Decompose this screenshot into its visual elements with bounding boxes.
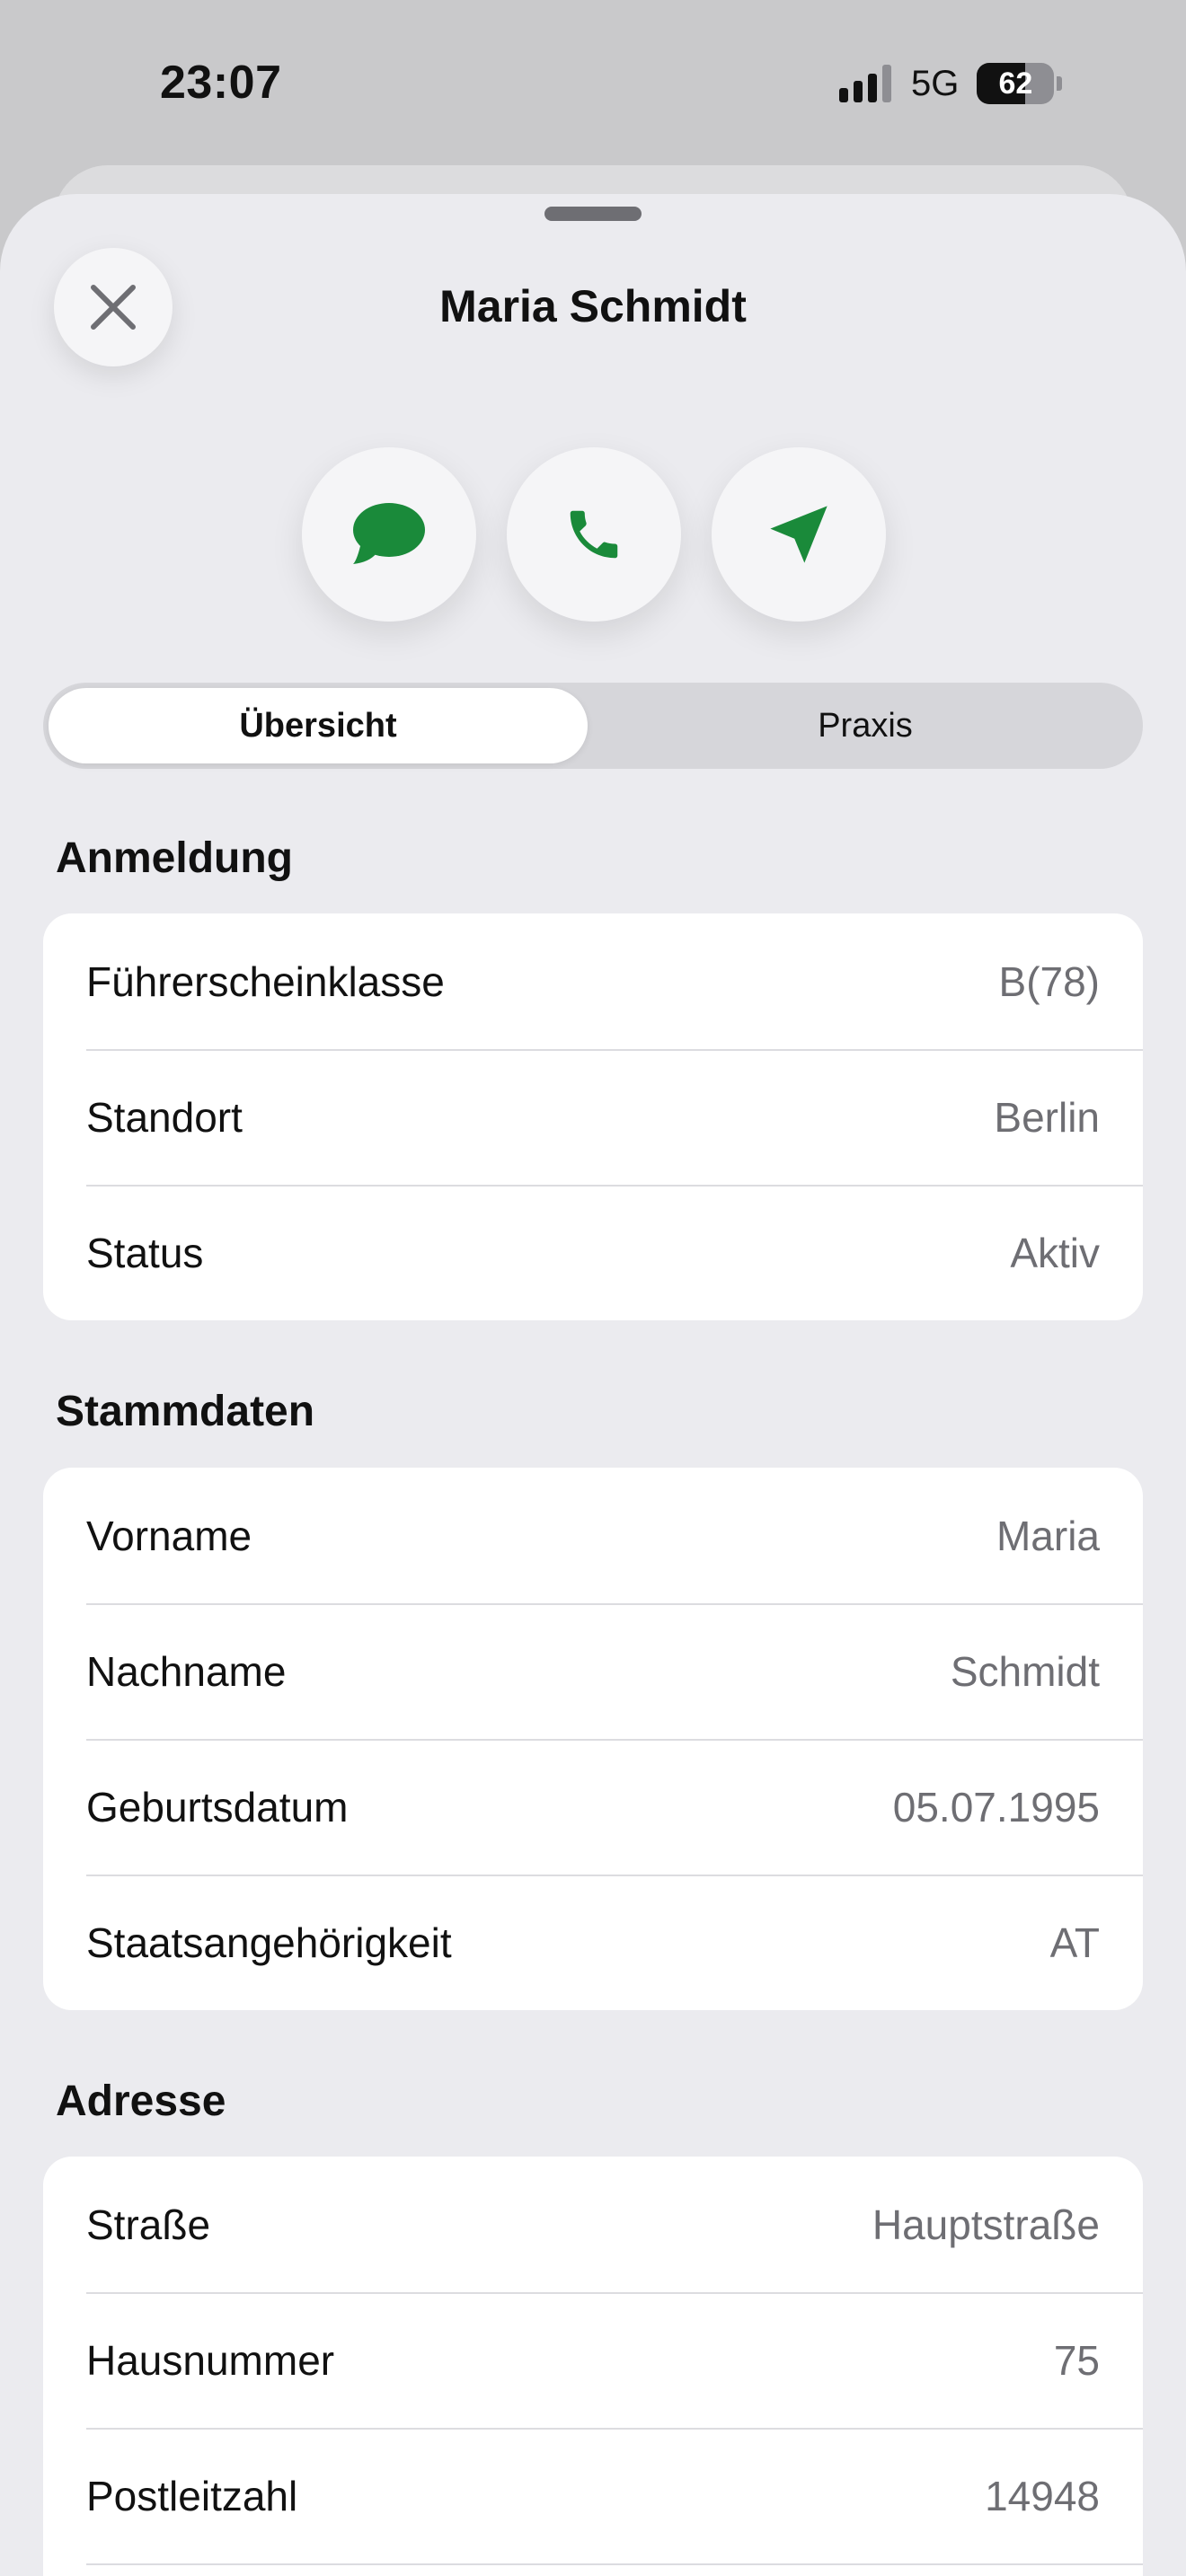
list-item: Vorname Maria — [43, 1468, 1143, 1603]
paper-plane-icon — [770, 506, 828, 563]
row-label: Vorname — [86, 1512, 252, 1559]
network-type: 5G — [911, 63, 960, 103]
list-item: Geburtsdatum 05.07.1995 — [43, 1739, 1143, 1875]
screen: 23:07 5G 62 Maria Schmidt Übersicht Prax… — [0, 0, 1186, 2576]
list-item: Status Aktiv — [43, 1185, 1143, 1320]
card-stammdaten: Vorname Maria Nachname Schmidt Geburtsda… — [43, 1468, 1143, 2010]
card-adresse: Straße Hauptstraße Hausnummer 75 Postlei… — [43, 2157, 1143, 2576]
tab-uebersicht[interactable]: Übersicht — [49, 688, 588, 763]
list-item: Führerscheinklasse B(78) — [43, 913, 1143, 1049]
message-bubble-icon — [353, 503, 425, 564]
row-label: Status — [86, 1229, 204, 1276]
row-value: Aktiv — [1010, 1229, 1100, 1276]
tab-praxis[interactable]: Praxis — [593, 688, 1137, 763]
list-item: Nachname Schmidt — [43, 1603, 1143, 1739]
row-value: B(78) — [998, 957, 1100, 1005]
list-item: Staatsangehörigkeit AT — [43, 1875, 1143, 2010]
list-item-partial — [43, 2563, 1143, 2576]
section-header-anmeldung: Anmeldung — [56, 834, 293, 882]
status-bar: 23:07 5G 62 — [0, 0, 1186, 171]
phone-icon — [570, 510, 618, 559]
section-header-stammdaten: Stammdaten — [56, 1388, 315, 1435]
card-anmeldung: Führerscheinklasse B(78) Standort Berlin… — [43, 913, 1143, 1320]
row-value: 05.07.1995 — [892, 1783, 1100, 1831]
sheet-title: Maria Schmidt — [439, 281, 747, 331]
row-label: Nachname — [86, 1647, 287, 1695]
row-value: 75 — [1053, 2336, 1100, 2384]
row-value: Schmidt — [950, 1647, 1100, 1695]
section-header-adresse: Adresse — [56, 2078, 226, 2125]
battery-percent: 62 — [998, 66, 1033, 101]
row-label: Straße — [86, 2201, 211, 2248]
row-label: Standort — [86, 1093, 243, 1141]
row-value: Berlin — [994, 1093, 1100, 1141]
list-item: Standort Berlin — [43, 1049, 1143, 1185]
row-value: Hauptstraße — [872, 2201, 1100, 2248]
contact-sheet: Maria Schmidt Übersicht Praxis Anmeldung… — [0, 194, 1186, 2576]
call-button[interactable] — [507, 447, 681, 622]
cellular-signal-icon — [839, 65, 891, 102]
row-label: Hausnummer — [86, 2336, 335, 2384]
sheet-grabber[interactable] — [544, 207, 642, 221]
list-item: Hausnummer 75 — [43, 2292, 1143, 2428]
list-item: Postleitzahl 14948 — [43, 2428, 1143, 2563]
message-button[interactable] — [302, 447, 476, 622]
status-time: 23:07 — [160, 57, 282, 109]
battery-tip — [1057, 76, 1063, 91]
segmented-control: Übersicht Praxis — [43, 683, 1143, 769]
row-label: Führerscheinklasse — [86, 957, 445, 1005]
list-item: Straße Hauptstraße — [43, 2157, 1143, 2292]
contact-actions — [302, 447, 886, 622]
send-button[interactable] — [712, 447, 886, 622]
row-label: Geburtsdatum — [86, 1783, 349, 1831]
status-indicators: 5G 62 — [839, 63, 1063, 104]
row-value: 14948 — [985, 2472, 1100, 2519]
row-value: Maria — [996, 1512, 1100, 1559]
battery-icon: 62 — [977, 63, 1055, 104]
row-value: AT — [1049, 1919, 1100, 1966]
row-label: Postleitzahl — [86, 2472, 298, 2519]
row-label: Staatsangehörigkeit — [86, 1919, 452, 1966]
